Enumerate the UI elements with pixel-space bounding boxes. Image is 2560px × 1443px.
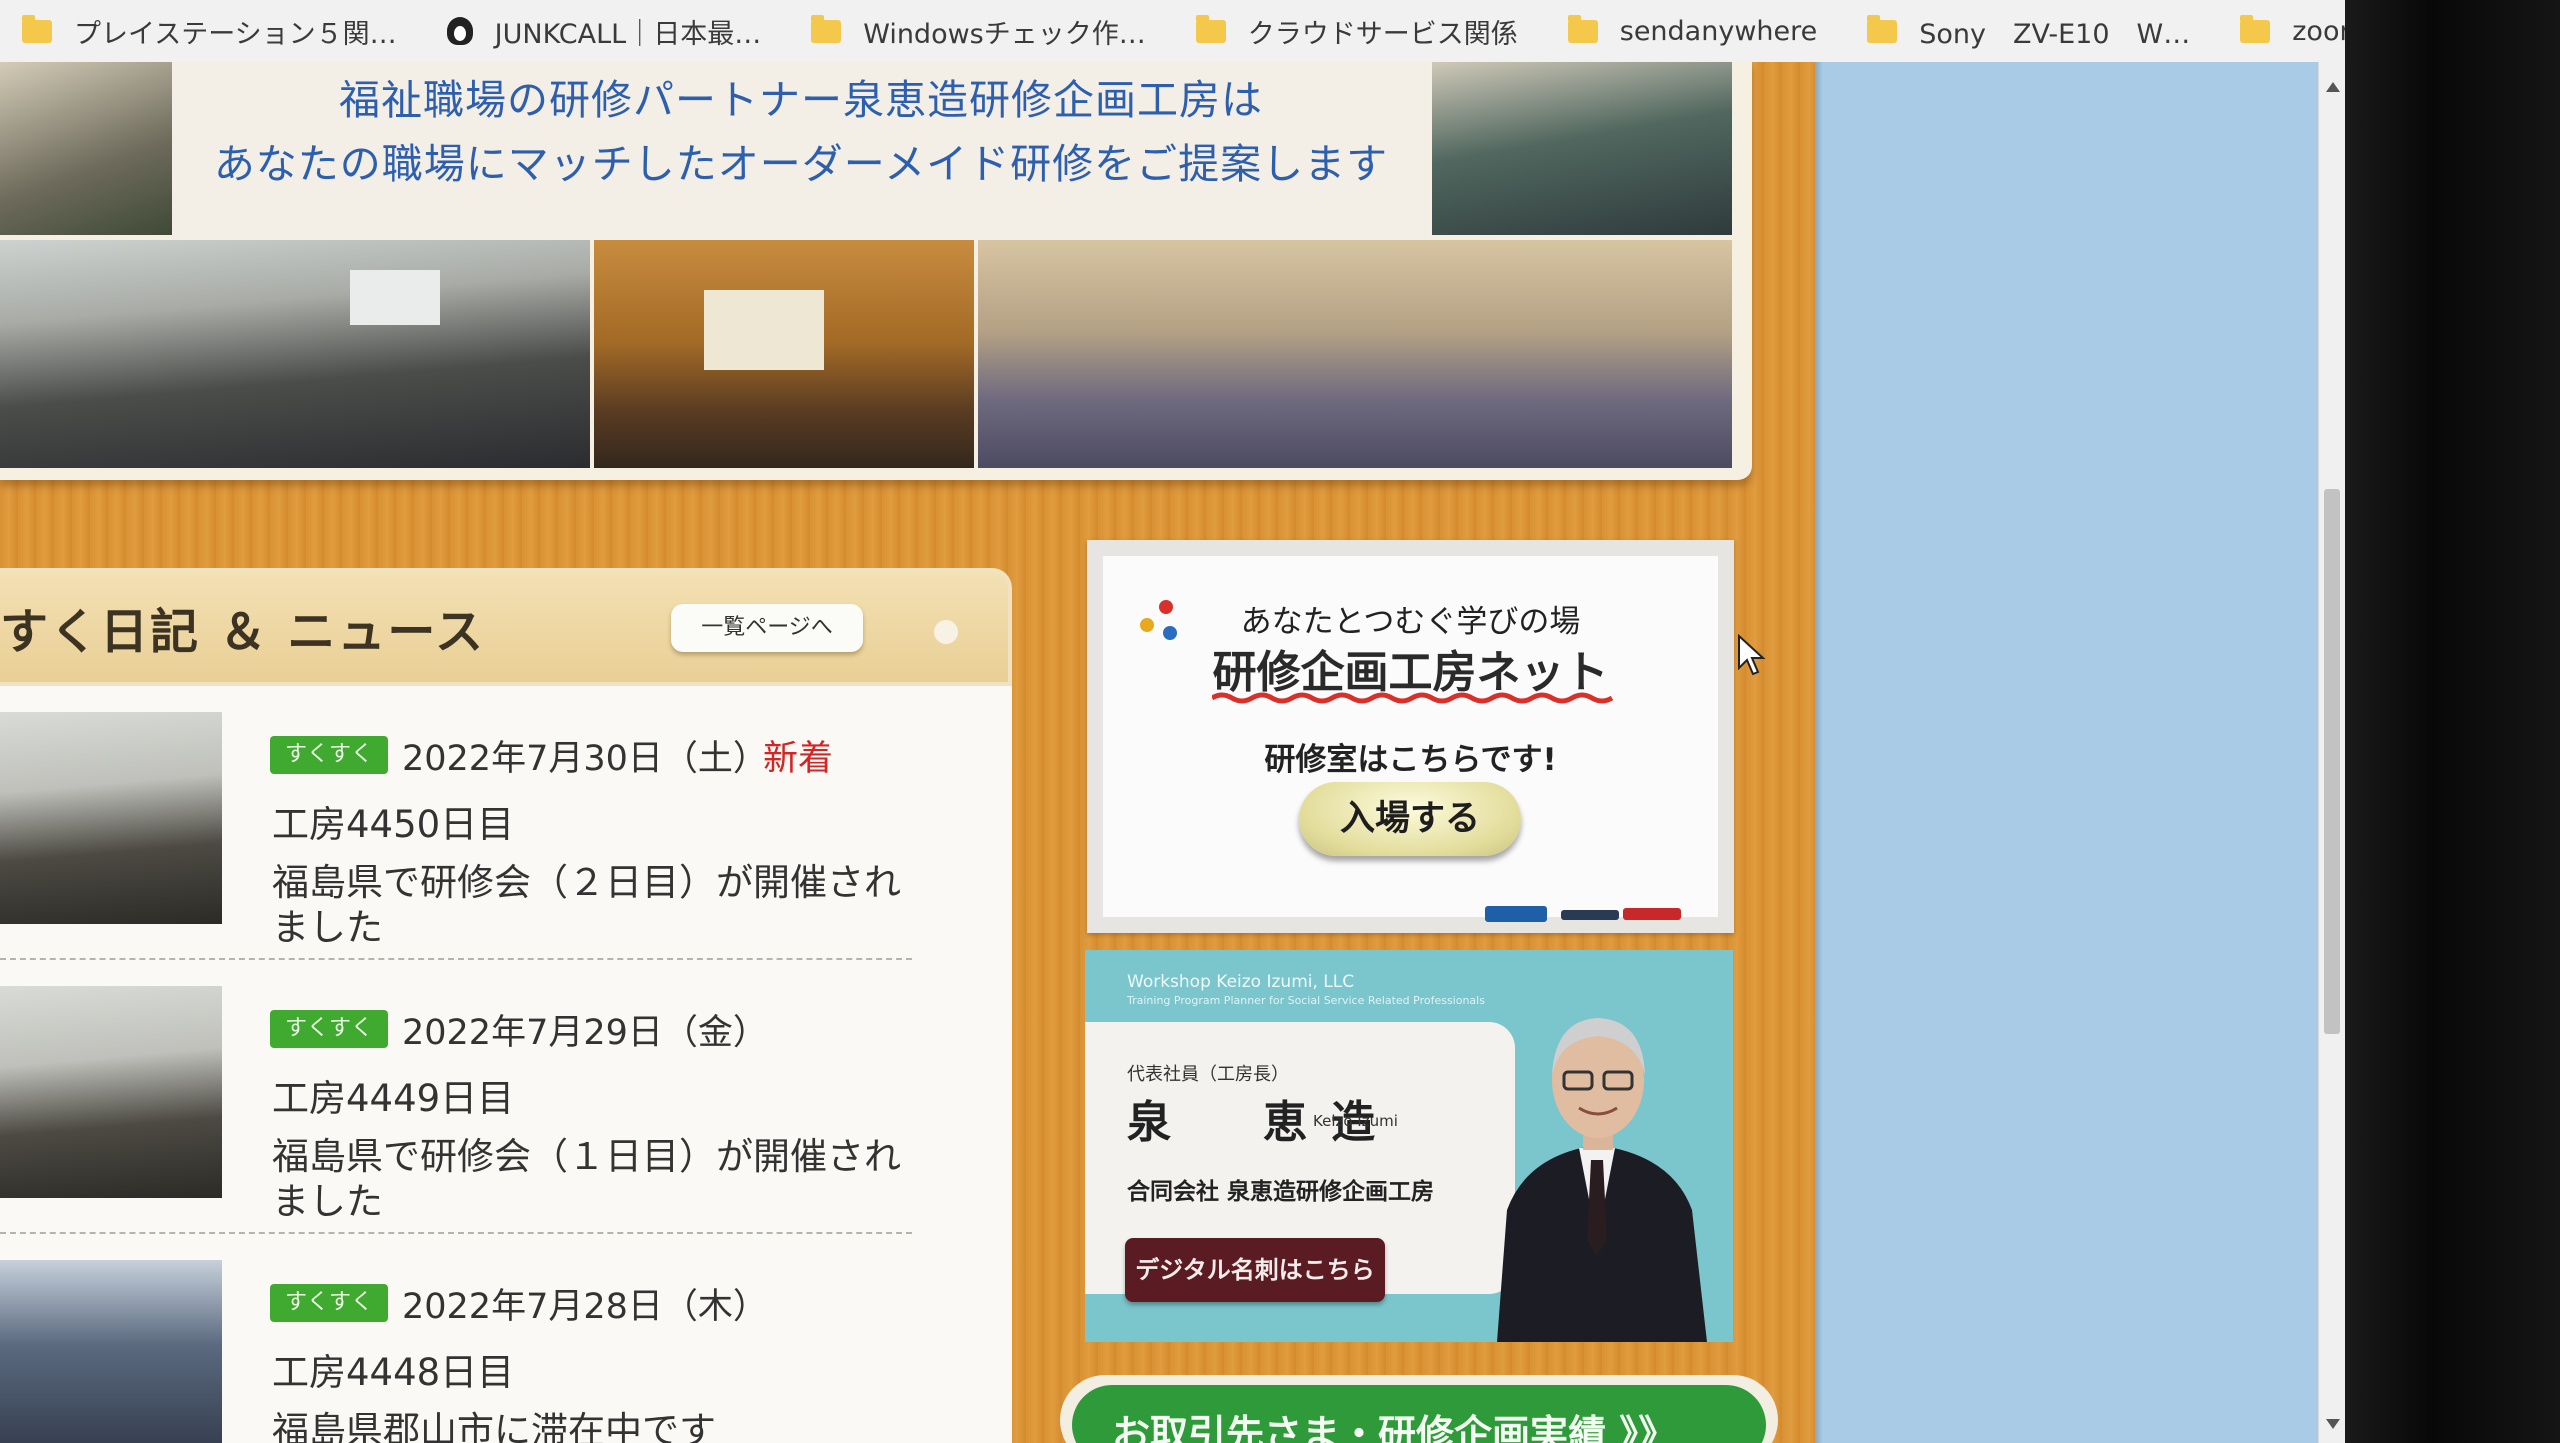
scroll-down-arrow-icon[interactable] — [2326, 1419, 2340, 1429]
hero-photo — [594, 240, 974, 468]
brand-name: Workshop Keizo Izumi, LLC — [1127, 972, 1355, 992]
bookmark-label: プレイステーション５関… — [74, 18, 397, 50]
news-description: 福島県郡山市に滞在中です — [272, 1409, 716, 1443]
news-day: 工房4448日目 — [272, 1351, 515, 1394]
news-header: すく日記 ＆ ニュース 一覧ページへ — [0, 568, 1012, 686]
training-room-title: 研修企画工房ネット — [1212, 647, 1609, 698]
bookmark-playstation[interactable]: プレイステーション５関… — [0, 0, 425, 62]
hero-photo — [1432, 62, 1732, 235]
news-thumbnail — [0, 712, 222, 924]
enter-button[interactable]: 入場する — [1299, 782, 1521, 856]
training-room-banner[interactable]: あなたとつむぐ学びの場 研修企画工房ネット 研修室はこちらです! 入場する — [1087, 540, 1734, 933]
folder-icon — [2240, 14, 2271, 43]
hero-tagline-line2: あなたの職場にマッチしたオーダーメイド研修をご提案します — [213, 140, 1389, 188]
news-list: すくすく 2022年7月30日（土） 新着 工房4450日目 福島県で研修会（２… — [0, 686, 1012, 1443]
penguin-icon — [446, 17, 473, 45]
bookmark-cloud-services[interactable]: クラウドサービス関係 — [1174, 0, 1546, 62]
news-day: 工房4450日目 — [272, 803, 515, 846]
scroll-up-arrow-icon[interactable] — [2326, 82, 2340, 92]
profile-card: Workshop Keizo Izumi, LLC Training Progr… — [1085, 950, 1733, 1342]
bookmarks-bar: プレイステーション５関… JUNKCALL｜日本最… Windowsチェック作…… — [0, 0, 2345, 63]
news-item[interactable]: すくすく 2022年7月28日（木） 工房4448日目 福島県郡山市に滞在中です — [0, 1234, 912, 1443]
clients-achievements-button: お取引先さま・研修企画実績 》》 — [1072, 1385, 1766, 1443]
bookmark-label: zoom — [2292, 15, 2345, 47]
folder-icon — [22, 14, 52, 43]
news-description: 福島県で研修会（２日目）が開催されました — [272, 861, 901, 949]
hero-tagline-line1: 福祉職場の研修パートナー泉恵造研修企画工房は — [339, 76, 1263, 124]
training-room-here-text: 研修室はこちらです! — [1264, 742, 1557, 778]
news-item[interactable]: すくすく 2022年7月29日（金） 工房4449日目 福島県で研修会（１日目）… — [0, 960, 912, 1234]
browser-window: プレイステーション５関… JUNKCALL｜日本最… Windowsチェック作…… — [0, 0, 2345, 1443]
news-title: すく日記 ＆ ニュース — [0, 604, 486, 660]
profile-name-roman: Keizo Izumi — [1313, 1112, 1398, 1130]
hero-tagline: 福祉職場の研修パートナー泉恵造研修企画工房は あなたの職場にマッチしたオーダーメ… — [172, 62, 1430, 240]
news-date: 2022年7月28日（木） — [402, 1287, 768, 1327]
clients-achievements-banner[interactable]: お取引先さま・研修企画実績 》》 — [1060, 1375, 1778, 1443]
profile-info: 代表社員（工房長） 泉 恵造 Keizo Izumi 合同会社 泉恵造研修企画工… — [1085, 1022, 1515, 1302]
hero-photo — [0, 62, 172, 235]
bookmark-label: クラウドサービス関係 — [1247, 18, 1518, 50]
folder-icon — [1867, 14, 1898, 43]
bookmark-label: JUNKCALL｜日本最… — [494, 18, 762, 50]
hero-photo — [0, 240, 590, 468]
wave-underline — [1212, 692, 1614, 704]
profile-company: 合同会社 泉恵造研修企画工房 — [1127, 1179, 1435, 1205]
page-viewport: 福祉職場の研修パートナー泉恵造研修企画工房は あなたの職場にマッチしたオーダーメ… — [0, 62, 2318, 1443]
news-tag: すくすく — [270, 1010, 388, 1048]
mouse-cursor-icon — [1738, 634, 1766, 676]
news-tag: すくすく — [270, 736, 388, 774]
bookmark-label: Windowsチェック作… — [863, 18, 1146, 50]
scrollbar-thumb[interactable] — [2324, 489, 2340, 1034]
training-room-card: あなたとつむぐ学びの場 研修企画工房ネット 研修室はこちらです! 入場する — [1103, 556, 1718, 922]
bookmark-sony[interactable]: Sony ZV-E10 W… — [1845, 0, 2218, 62]
vertical-scrollbar[interactable] — [2318, 62, 2345, 1443]
news-thumbnail — [0, 1260, 222, 1443]
page-edge-shadow — [1815, 62, 1823, 1443]
profile-photo — [1497, 1018, 1707, 1342]
news-day: 工房4449日目 — [272, 1077, 515, 1120]
news-description: 福島県で研修会（１日目）が開催されました — [272, 1135, 901, 1223]
bookmark-sendanywhere[interactable]: sendanywhere — [1546, 0, 1846, 62]
bookmark-windows-check[interactable]: Windowsチェック作… — [789, 0, 1174, 62]
new-badge: 新着 — [763, 739, 834, 779]
bookmark-label: sendanywhere — [1619, 15, 1818, 47]
folder-icon — [1567, 14, 1598, 43]
clients-achievements-label: お取引先さま・研修企画実績 》》 — [1112, 1412, 1677, 1443]
hero-photo — [978, 240, 1732, 468]
news-tag: すくすく — [270, 1284, 388, 1322]
digital-business-card-button[interactable]: デジタル名刺はこちら — [1125, 1238, 1385, 1302]
brand-subtitle: Training Program Planner for Social Serv… — [1127, 994, 1485, 1007]
monitor-bezel — [2345, 0, 2560, 1443]
training-room-subtitle: あなたとつむぐ学びの場 — [1240, 604, 1581, 640]
bookmark-junkcall[interactable]: JUNKCALL｜日本最… — [425, 0, 790, 62]
profile-role: 代表社員（工房長） — [1127, 1064, 1289, 1085]
news-date: 2022年7月30日（土） — [402, 739, 768, 779]
folder-icon — [1195, 14, 1226, 43]
news-item[interactable]: すくすく 2022年7月30日（土） 新着 工房4450日目 福島県で研修会（２… — [0, 686, 912, 960]
bookmark-label: Sony ZV-E10 W… — [1919, 18, 2191, 50]
page-background: 福祉職場の研修パートナー泉恵造研修企画工房は あなたの職場にマッチしたオーダーメ… — [0, 62, 1815, 1443]
news-list-page-button[interactable]: 一覧ページへ — [671, 604, 863, 652]
bookmark-zoom[interactable]: zoom — [2218, 0, 2345, 62]
hero-section: 福祉職場の研修パートナー泉恵造研修企画工房は あなたの職場にマッチしたオーダーメ… — [0, 62, 1752, 480]
header-dot — [934, 620, 958, 644]
news-thumbnail — [0, 986, 222, 1198]
folder-icon — [811, 14, 842, 43]
news-date: 2022年7月29日（金） — [402, 1013, 768, 1053]
